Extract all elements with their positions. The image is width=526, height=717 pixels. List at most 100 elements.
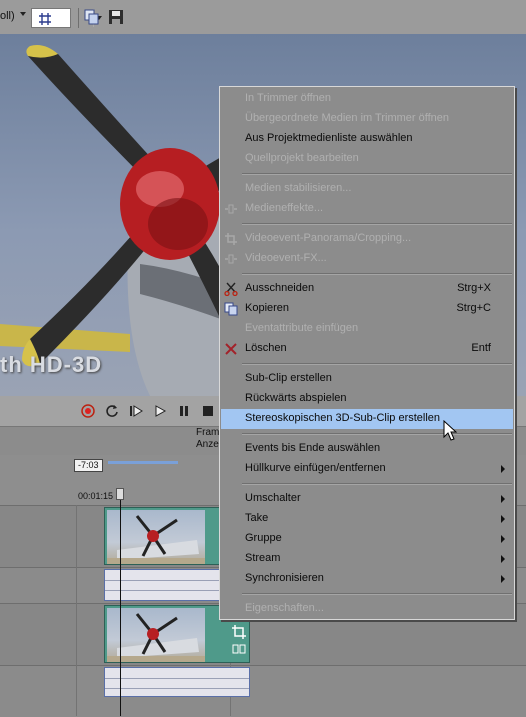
preview-quality-dropdown-label[interactable]: oll) <box>0 10 15 22</box>
menu-separator <box>242 593 512 595</box>
video-fx-icon <box>225 254 237 264</box>
menu-item-stream[interactable]: Stream <box>221 549 513 569</box>
menu-item-video-fx[interactable]: Videoevent-FX... <box>221 249 513 269</box>
preview-toolbar: oll) <box>0 0 526 35</box>
menu-item-select-events-to-end[interactable]: Events bis Ende auswählen <box>221 439 513 459</box>
menu-item-properties[interactable]: Eigenschaften... <box>221 599 513 619</box>
menu-separator <box>242 223 512 225</box>
audio-event-clip[interactable] <box>104 667 250 697</box>
grid-line <box>76 505 77 716</box>
menu-item-label: Übergeordnete Medien im Trimmer öffnen <box>245 112 450 124</box>
menu-item-label: Ausschneiden <box>245 282 315 294</box>
scissors-icon <box>224 282 238 296</box>
record-icon[interactable] <box>80 403 96 419</box>
menu-separator <box>242 173 512 175</box>
submenu-arrow-icon <box>501 575 505 583</box>
save-icon[interactable] <box>108 9 124 25</box>
menu-item-group[interactable]: Gruppe <box>221 529 513 549</box>
menu-item-label: Synchronisieren <box>245 572 324 584</box>
menu-item-label: Videoevent-Panorama/Cropping... <box>245 232 412 244</box>
menu-item-media-fx[interactable]: Medieneffekte... <box>221 199 513 219</box>
menu-item-stabilize-media[interactable]: Medien stabilisieren... <box>221 179 513 199</box>
menu-item-label: Eventattribute einfügen <box>245 322 359 334</box>
menu-item-cut[interactable]: Ausschneiden Strg+X <box>221 279 513 299</box>
audio-event-clip[interactable] <box>104 569 220 601</box>
media-fx-icon <box>225 204 237 214</box>
menu-item-label: Rückwärts abspielen <box>245 392 347 404</box>
cursor-time-label: 00:01:15 <box>78 491 114 501</box>
audio-track-2[interactable] <box>0 665 526 717</box>
chevron-down-icon[interactable] <box>20 12 26 16</box>
menu-separator <box>242 483 512 485</box>
menu-item-create-stereo-3d-subclip[interactable]: Stereoskopischen 3D-Sub-Clip erstellen <box>221 409 513 429</box>
menu-item-take[interactable]: Take <box>221 509 513 529</box>
submenu-arrow-icon <box>501 535 505 543</box>
frame-label-line1: Fram <box>196 427 220 438</box>
menu-item-label: Events bis Ende auswählen <box>245 442 381 454</box>
menu-item-shortcut: Entf <box>471 342 491 354</box>
menu-item-label: Quellprojekt bearbeiten <box>245 152 359 164</box>
menu-item-label: Medieneffekte... <box>245 202 324 214</box>
menu-separator <box>242 273 512 275</box>
menu-item-label: Löschen <box>245 342 287 354</box>
loop-icon[interactable] <box>104 403 120 419</box>
menu-item-copy[interactable]: Kopieren Strg+C <box>221 299 513 319</box>
menu-item-label: Stream <box>245 552 281 564</box>
video-event-clip[interactable] <box>104 507 220 565</box>
stop-icon[interactable] <box>200 403 216 419</box>
grid-icon <box>39 13 51 25</box>
play-from-start-icon[interactable] <box>128 403 144 419</box>
menu-item-synchronize[interactable]: Synchronisieren <box>221 569 513 589</box>
event-fx-icon[interactable] <box>231 642 247 656</box>
frame-label-line2: Anze <box>196 439 219 450</box>
menu-separator <box>242 433 512 435</box>
menu-item-label: Umschalter <box>245 492 301 504</box>
menu-item-insert-remove-envelope[interactable]: Hüllkurve einfügen/entfernen <box>221 459 513 479</box>
preview-watermark-text: th HD-3D <box>0 352 103 377</box>
submenu-arrow-icon <box>501 555 505 563</box>
menu-item-open-parent-media[interactable]: Übergeordnete Medien im Trimmer öffnen <box>221 109 513 129</box>
menu-item-edit-source-project[interactable]: Quellprojekt bearbeiten <box>221 149 513 169</box>
menu-item-play-reverse[interactable]: Rückwärts abspielen <box>221 389 513 409</box>
overlay-grid-button[interactable] <box>31 8 102 28</box>
pan-crop-icon[interactable] <box>231 624 247 640</box>
mouse-pointer-icon <box>443 420 457 441</box>
menu-item-label: Gruppe <box>245 532 282 544</box>
menu-item-label: Hüllkurve einfügen/entfernen <box>245 462 386 474</box>
menu-item-label: Aus Projektmedienliste auswählen <box>245 132 413 144</box>
playhead-handle[interactable] <box>116 488 124 500</box>
menu-item-label: In Trimmer öffnen <box>245 92 331 104</box>
copy-snapshot-icon[interactable] <box>84 9 100 25</box>
loop-region-bar[interactable] <box>108 461 178 464</box>
menu-item-create-subclip[interactable]: Sub-Clip erstellen <box>221 369 513 389</box>
menu-item-switches[interactable]: Umschalter <box>221 489 513 509</box>
submenu-arrow-icon <box>501 465 505 473</box>
loop-region-badge[interactable]: -7:03 <box>74 459 103 472</box>
playhead-line <box>120 500 121 716</box>
menu-separator <box>242 363 512 365</box>
delete-x-icon <box>225 343 237 355</box>
crop-icon <box>225 233 237 245</box>
menu-item-open-in-trimmer[interactable]: In Trimmer öffnen <box>221 89 513 109</box>
clip-thumbnail <box>107 510 205 564</box>
pause-icon[interactable] <box>176 403 192 419</box>
menu-item-pan-crop[interactable]: Videoevent-Panorama/Cropping... <box>221 229 513 249</box>
menu-item-paste-event-attributes[interactable]: Eventattribute einfügen <box>221 319 513 339</box>
copy-icon <box>224 302 238 316</box>
menu-item-select-from-media-list[interactable]: Aus Projektmedienliste auswählen <box>221 129 513 149</box>
menu-item-delete[interactable]: Löschen Entf <box>221 339 513 359</box>
menu-item-label: Kopieren <box>245 302 290 314</box>
menu-item-label: Sub-Clip erstellen <box>245 372 332 384</box>
menu-item-shortcut: Strg+X <box>457 282 491 294</box>
menu-item-label: Medien stabilisieren... <box>245 182 352 194</box>
event-context-menu: In Trimmer öffnen Übergeordnete Medien i… <box>219 86 515 620</box>
menu-item-shortcut: Strg+C <box>456 302 491 314</box>
submenu-arrow-icon <box>501 515 505 523</box>
menu-item-label: Stereoskopischen 3D-Sub-Clip erstellen <box>245 412 441 424</box>
play-icon[interactable] <box>152 403 168 419</box>
menu-item-label: Videoevent-FX... <box>245 252 327 264</box>
clip-thumbnail <box>107 608 205 662</box>
menu-item-label: Take <box>245 512 269 524</box>
submenu-arrow-icon <box>501 495 505 503</box>
toolbar-divider <box>78 8 79 28</box>
